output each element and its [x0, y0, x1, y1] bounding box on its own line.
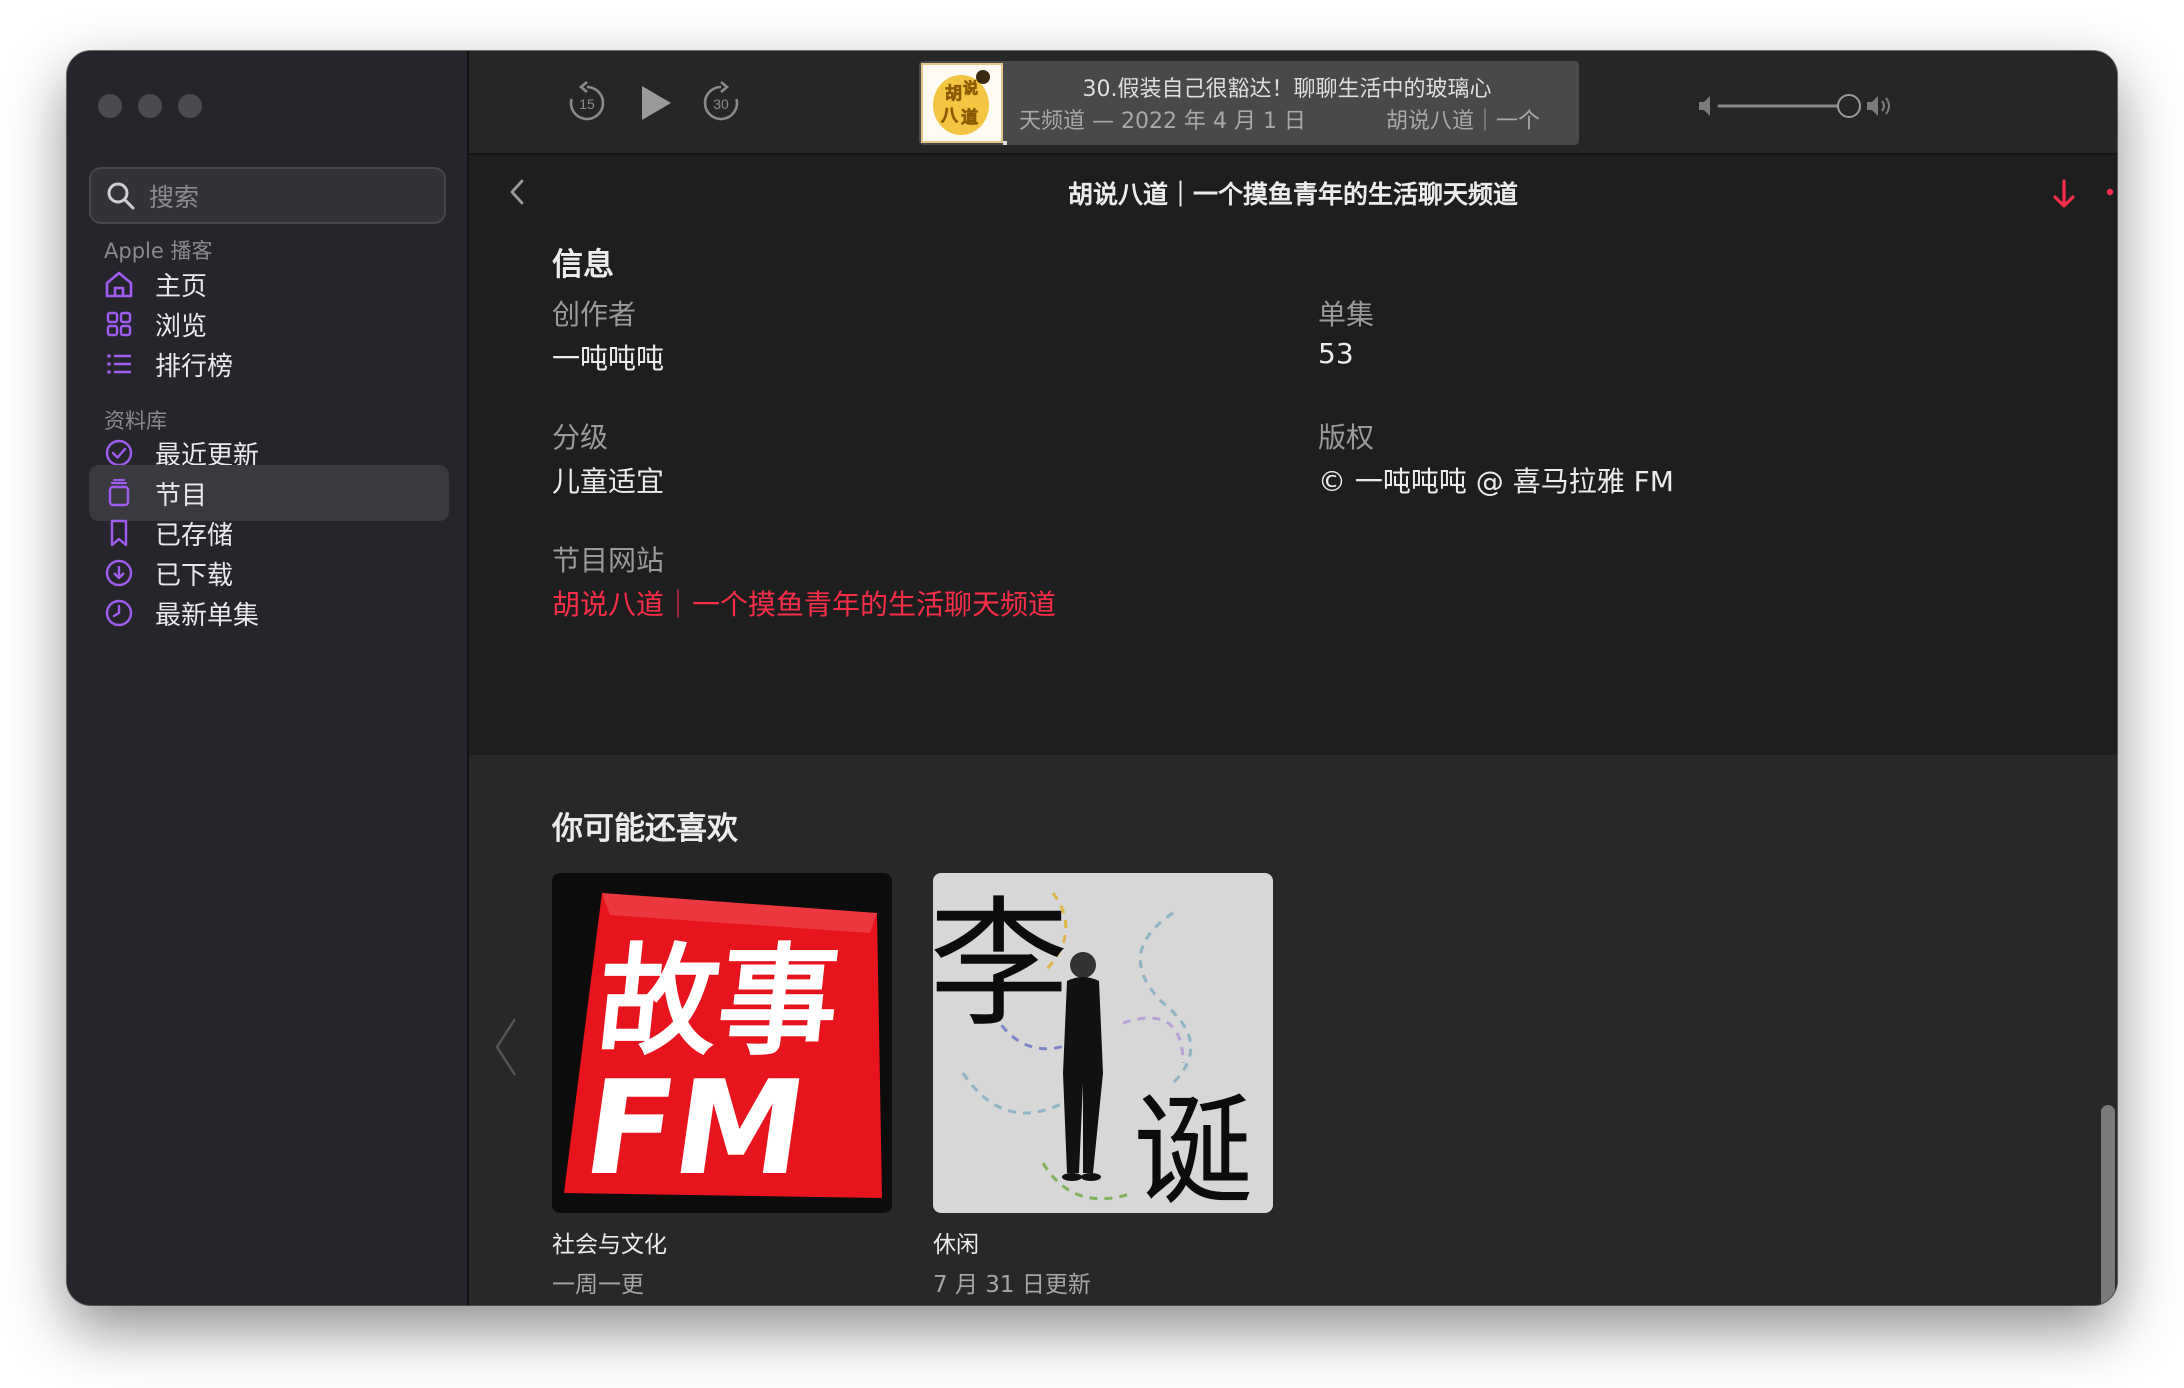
search-placeholder: 搜索: [149, 182, 200, 212]
rating-value: 儿童适宜: [552, 465, 665, 498]
info-section: 信息 创作者 一吨吨吨 单集 53 分级 儿童适宜 版权 © 一吨吨吨 @ 喜马…: [469, 235, 2117, 755]
close-button[interactable]: [98, 94, 122, 118]
search-icon: [107, 182, 135, 209]
podcast-logo-icon: 胡 说 八 道: [933, 70, 990, 135]
story-fm-artwork: 故事 FM: [552, 873, 892, 1213]
svg-text:道: 道: [961, 107, 978, 128]
clock-icon: [105, 599, 133, 627]
show-artwork: 李 诞: [933, 873, 1273, 1213]
player-toolbar: 15 30 胡 说 八 道 30.假装自己很豁达！聊聊生活中的玻璃心 天频道 —…: [469, 51, 2117, 155]
episode-artwork: 胡 说 八 道: [921, 63, 1003, 143]
now-playing-panel[interactable]: 胡 说 八 道 30.假装自己很豁达！聊聊生活中的玻璃心 天频道 — 2022 …: [919, 61, 1579, 145]
volume-slider[interactable]: [1697, 91, 1897, 121]
li-dan-artwork: 李 诞: [933, 873, 1273, 1213]
scrollbar[interactable]: [2101, 1105, 2115, 1305]
skip-back-15-icon[interactable]: 15: [565, 81, 609, 125]
podcasts-window: 搜索 Apple 播客 主页 浏览 排行榜 资料库 最近更新 节目 已存储 已下…: [67, 51, 2117, 1305]
skip-back-label: 15: [579, 96, 595, 112]
episode-subtitle-right: 胡说八道｜一个: [1385, 109, 1540, 134]
skip-forward-30-icon[interactable]: 30: [699, 81, 743, 125]
recommendations-section: 你可能还喜欢 故事 FM 社会与文化 一周一更 李 诞 休闲 7 月 31 日更…: [469, 755, 2117, 1305]
sidebar: 搜索 Apple 播客 主页 浏览 排行榜 资料库 最近更新 节目 已存储 已下…: [67, 51, 469, 1305]
content-header: 胡说八道｜一个摸鱼青年的生活聊天频道: [469, 155, 2117, 235]
more-options-icon[interactable]: [2105, 187, 2117, 197]
info-heading: 信息: [552, 247, 614, 283]
artwork-text-top: 故事: [591, 932, 846, 1072]
website-link[interactable]: 胡说八道｜一个摸鱼青年的生活聊天频道: [552, 583, 1056, 623]
artwork-text-bottom: 诞: [1133, 1083, 1253, 1213]
page-title: 胡说八道｜一个摸鱼青年的生活聊天频道: [1067, 180, 1518, 209]
sidebar-item-charts[interactable]: 排行榜: [89, 336, 449, 392]
recommendation-card[interactable]: 李 诞 休闲 7 月 31 日更新: [933, 873, 1273, 1299]
sidebar-item-label: 排行榜: [155, 351, 234, 382]
copyright-value: © 一吨吨吨 @ 喜马拉雅 FM: [1318, 465, 1674, 498]
recommendations-heading: 你可能还喜欢: [552, 811, 738, 847]
window-controls: [98, 94, 202, 118]
website-label: 节目网站: [552, 544, 665, 577]
svg-text:胡: 胡: [945, 83, 962, 104]
volume-high-icon: [1867, 96, 1890, 116]
show-update-frequency: 7 月 31 日更新: [933, 1272, 1091, 1298]
episode-subtitle-left: 天频道 — 2022 年 4 月 1 日: [1019, 109, 1306, 134]
show-genre: 休闲: [933, 1232, 979, 1258]
svg-text:说: 说: [963, 79, 978, 97]
download-arrow-icon[interactable]: [2049, 177, 2079, 211]
show-artwork: 故事 FM: [552, 873, 892, 1213]
creator-label: 创作者: [552, 298, 637, 331]
episodes-value: 53: [1318, 337, 1354, 370]
carousel-previous-icon[interactable]: [491, 1015, 521, 1079]
skip-forward-label: 30: [713, 96, 729, 112]
show-update-frequency: 一周一更: [552, 1272, 644, 1298]
artwork-text-top: 李: [933, 884, 1069, 1047]
artwork-text-bottom: FM: [576, 1053, 815, 1204]
copyright-label: 版权: [1318, 421, 1375, 454]
list-icon: [107, 354, 131, 374]
sidebar-item-label: 最新单集: [155, 600, 260, 631]
search-field[interactable]: 搜索: [89, 167, 446, 224]
volume-low-icon: [1699, 96, 1710, 116]
show-genre: 社会与文化: [552, 1232, 667, 1258]
creator-value: 一吨吨吨: [552, 342, 665, 375]
episode-title: 30.假装自己很豁达！聊聊生活中的玻璃心: [1082, 77, 1492, 102]
sidebar-item-latest-episodes[interactable]: 最新单集: [89, 585, 449, 641]
recommendation-card[interactable]: 故事 FM 社会与文化 一周一更: [552, 873, 892, 1299]
episode-subtitle: 天频道 — 2022 年 4 月 1 日 胡说八道｜一个: [1019, 103, 1559, 135]
minimize-button[interactable]: [138, 94, 162, 118]
episodes-label: 单集: [1318, 298, 1375, 331]
rating-label: 分级: [552, 421, 609, 454]
play-icon[interactable]: [635, 83, 675, 123]
svg-text:八: 八: [941, 106, 959, 126]
zoom-button[interactable]: [178, 94, 202, 118]
episode-progress[interactable]: [1003, 141, 1007, 145]
